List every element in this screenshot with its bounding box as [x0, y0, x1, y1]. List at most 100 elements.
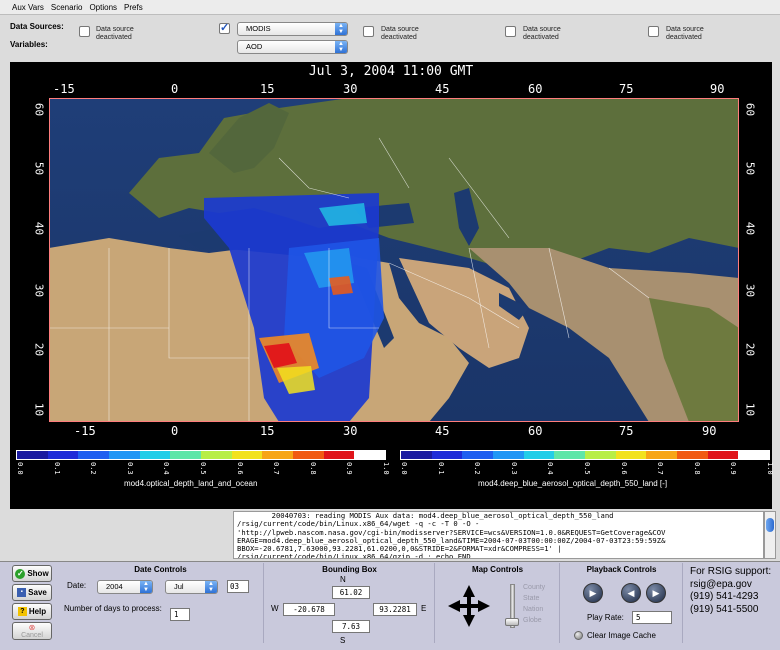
y-tick-left-4: 30	[32, 283, 46, 298]
colorbar-tick-label: 0.9	[345, 462, 354, 475]
menu-bar: Aux Vars Scenario Options Prefs	[0, 0, 780, 15]
colorbar-swatch	[493, 451, 524, 459]
north-label: N	[340, 575, 346, 584]
data-source-1-checkbox[interactable]	[79, 26, 90, 37]
support-phone-1: (919) 541-4293	[690, 591, 759, 602]
data-source-4-checkbox[interactable]	[505, 26, 516, 37]
x-tick-bottom-5: 45	[435, 424, 450, 438]
colorbar-swatch	[231, 451, 263, 459]
y-tick-right-2: 50	[743, 161, 757, 176]
step-forward-icon[interactable]: ▶	[646, 583, 666, 603]
step-back-icon[interactable]: ◀	[621, 583, 641, 603]
save-button[interactable]: ▪ Save	[12, 584, 52, 601]
clear-cache-radio[interactable]	[574, 631, 583, 640]
colorbar-tick-label: 0.4	[162, 462, 171, 475]
colorbar-swatch	[293, 451, 324, 459]
y-tick-left-5: 20	[32, 342, 46, 357]
map-controls-title: Map Controls	[471, 565, 524, 574]
y-tick-right-3: 40	[743, 221, 757, 236]
colorbar-left	[16, 450, 386, 460]
data-source-select[interactable]: MODIS ▲ ▼	[237, 22, 348, 36]
colorbar-tick-label: 0.2	[89, 462, 98, 475]
data-source-2-checkbox[interactable]	[219, 21, 230, 34]
disk-icon: ▪	[17, 588, 27, 597]
cancel-button[interactable]: ⊗ Cancel	[12, 622, 52, 640]
map-image[interactable]	[49, 98, 739, 422]
x-tick-top-4: 30	[343, 82, 358, 96]
days-to-process-input[interactable]: 1	[170, 608, 190, 621]
data-source-3-status: Data source deactivated	[381, 26, 419, 41]
help-button[interactable]: ? Help	[12, 603, 52, 620]
y-tick-left-2: 50	[32, 161, 46, 176]
y-tick-right-4: 30	[743, 283, 757, 298]
clear-cache-label[interactable]: Clear Image Cache	[587, 631, 656, 640]
show-button[interactable]: ✓ Show	[12, 565, 52, 582]
chevron-updown-icon: ▲ ▼	[335, 41, 347, 53]
menu-options[interactable]: Options	[89, 3, 117, 12]
y-tick-right-5: 20	[743, 342, 757, 357]
playback-controls-title: Playback Controls	[586, 565, 657, 574]
colorbar-tick-label: 0.3	[125, 462, 134, 475]
menu-aux-vars[interactable]: Aux Vars	[12, 3, 44, 12]
chevron-updown-icon: ▲ ▼	[335, 23, 347, 35]
colorbar-tick-label: 0.0	[16, 462, 24, 475]
map-timestamp-title: Jul 3, 2004 11:00 GMT	[308, 64, 474, 79]
level-county: County	[523, 584, 546, 591]
east-input[interactable]: 93.2281	[373, 603, 417, 616]
bounding-box-title: Bounding Box	[322, 565, 377, 574]
colorbar-swatch	[677, 451, 708, 459]
save-button-label: Save	[28, 588, 47, 597]
x-tick-bottom-2: 0	[171, 424, 179, 438]
variable-select[interactable]: AOD ▲ ▼	[237, 40, 348, 54]
colorbar-tick-label: 0.1	[52, 462, 61, 475]
colorbar-swatch	[462, 451, 494, 459]
colorbar-tick-label: 0.5	[583, 462, 591, 475]
colorbar-tick-label: 0.6	[619, 462, 628, 475]
north-input[interactable]: 61.02	[332, 586, 370, 599]
map-level-slider-thumb[interactable]	[505, 618, 519, 626]
colorbar-tick-label: 0.5	[199, 462, 207, 475]
y-tick-left-6: 10	[32, 402, 46, 417]
x-tick-top-8: 90	[710, 82, 725, 96]
y-tick-right-6: 10	[743, 402, 757, 417]
west-input[interactable]: -20.678	[283, 603, 335, 616]
colorbar-swatch	[707, 451, 739, 459]
support-heading: For RSIG support:	[690, 566, 772, 577]
log-scrollbar[interactable]	[764, 511, 776, 559]
play-rate-input[interactable]: 5	[632, 611, 672, 624]
play-icon[interactable]: ▶	[583, 583, 603, 603]
data-source-3-checkbox[interactable]	[363, 26, 374, 37]
colorbar-tick-label: 0.7	[272, 462, 281, 475]
variables-label: Variables:	[10, 40, 48, 49]
cancel-icon: ⊗	[28, 622, 36, 632]
pan-arrows-control[interactable]	[448, 585, 490, 627]
date-label: Date:	[67, 581, 87, 590]
colorbar-swatch	[401, 451, 432, 459]
chevron-updown-icon: ▲ ▼	[140, 581, 152, 593]
x-tick-top-2: 0	[171, 82, 179, 96]
colorbar-swatch	[78, 451, 110, 459]
log-scroll-thumb[interactable]	[766, 518, 774, 532]
days-to-process-label: Number of days to process:	[64, 604, 162, 613]
year-select[interactable]: 2004 ▲ ▼	[97, 580, 153, 594]
menu-scenario[interactable]: Scenario	[51, 3, 83, 12]
data-source-select-value: MODIS	[246, 24, 271, 33]
support-phone-2: (919) 541-5500	[690, 603, 759, 615]
level-globe: Globe	[523, 617, 542, 624]
south-input[interactable]: 7.63	[332, 620, 370, 633]
data-source-1-status: Data source deactivated	[96, 26, 134, 41]
menu-prefs[interactable]: Prefs	[124, 3, 143, 12]
colorbar-tick-label: 0.9	[729, 462, 738, 475]
data-source-4-status: Data source deactivated	[523, 26, 561, 41]
colorbar-right-title: mod4.deep_blue_aerosol_optical_depth_550…	[478, 479, 668, 488]
log-output[interactable]: 20040703: reading MODIS Aux data: mod4.d…	[233, 511, 764, 559]
day-input[interactable]: 03	[227, 580, 249, 593]
month-select[interactable]: Jul ▲ ▼	[165, 580, 218, 594]
x-tick-bottom-3: 15	[260, 424, 275, 438]
support-email[interactable]: rsig@epa.gov	[690, 579, 771, 592]
data-source-5-checkbox[interactable]	[648, 26, 659, 37]
colorbar-swatch	[554, 451, 586, 459]
colorbar-tick-label: 0.8	[692, 462, 701, 475]
cancel-button-label: Cancel	[21, 631, 43, 639]
show-button-label: Show	[27, 569, 49, 578]
